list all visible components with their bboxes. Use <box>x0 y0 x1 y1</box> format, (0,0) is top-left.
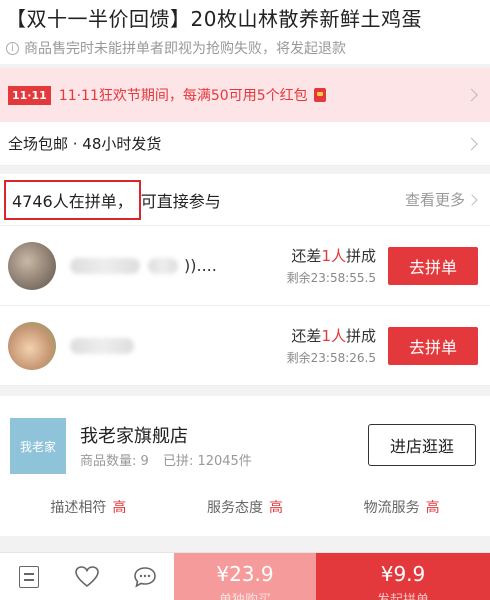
favorite-button[interactable] <box>58 553 116 600</box>
refund-notice-text: 商品售完时未能拼单者即视为抢购失败，将发起退款 <box>24 41 346 57</box>
product-title: 【双十一半价回馈】20枚山林散养新鲜土鸡蛋 <box>6 7 422 31</box>
chevron-right-icon <box>465 88 478 102</box>
solo-price: ¥23.9 <box>216 562 274 586</box>
shop-card: 我老家 我老家旗舰店 商品数量: 9 已拼: 12045件 进店逛逛 描述相符高… <box>0 396 490 536</box>
group-status: 还差1人拼成 剩余23:58:26.5 <box>287 325 376 366</box>
blurred-name <box>148 257 178 274</box>
group-status: 还差1人拼成 剩余23:58:55.5 <box>287 245 376 286</box>
need-count: 1人 <box>321 327 346 345</box>
group-buy-header: 4746人在拼单， 可直接参与 查看更多 <box>0 174 490 226</box>
blurred-name <box>70 337 134 354</box>
rating-level: 高 <box>425 500 440 516</box>
rating-description: 描述相符高 <box>50 497 126 517</box>
rating-label: 描述相符 <box>50 500 107 516</box>
group-buy-section: 4746人在拼单， 可直接参与 查看更多 )).... 还差1人拼成 剩余23:… <box>0 174 490 386</box>
avatar <box>8 241 56 290</box>
shipping-row[interactable]: 全场包邮 · 48小时发货 <box>0 122 490 166</box>
group-buy-count: 4746人在拼单， 可直接参与 <box>4 179 221 220</box>
start-group-button[interactable]: ¥9.9 发起拼单 <box>316 553 490 600</box>
user-name <box>70 337 280 354</box>
refund-notice: i 商品售完时未能拼单者即视为抢购失败，将发起退款 <box>6 38 482 58</box>
enter-shop-button[interactable]: 进店逛逛 <box>368 424 476 466</box>
product-title-section: 【双十一半价回馈】20枚山林散养新鲜土鸡蛋 i 商品售完时未能拼单者即视为抢购失… <box>0 0 490 64</box>
chat-button[interactable] <box>116 553 174 600</box>
buy-alone-button[interactable]: ¥23.9 单独购买 <box>174 553 316 600</box>
list-button[interactable] <box>0 553 58 600</box>
bottom-action-bar: ¥23.9 单独购买 ¥9.9 发起拼单 <box>0 552 490 600</box>
shop-name[interactable]: 我老家旗舰店 <box>80 422 188 448</box>
remaining-time: 剩余23:58:26.5 <box>286 351 376 365</box>
join-group-button[interactable]: 去拼单 <box>388 246 478 285</box>
group-label: 发起拼单 <box>377 589 429 600</box>
promo-banner[interactable]: 11·11 11·11狂欢节期间，每满50可用5个红包 <box>0 68 490 122</box>
shop-ratings: 描述相符高 服务态度高 物流服务高 <box>0 492 490 522</box>
rating-level: 高 <box>112 500 127 516</box>
rating-service: 服务态度高 <box>207 497 283 517</box>
view-more-link[interactable]: 查看更多 <box>404 189 478 210</box>
info-icon: i <box>6 41 19 55</box>
rating-logistics: 物流服务高 <box>364 497 440 517</box>
chat-icon <box>134 567 156 588</box>
shop-product-count: 商品数量: 9 <box>80 454 149 469</box>
need-tail: 拼成 <box>345 247 376 265</box>
group-count-suffix: 可直接参与 <box>140 191 221 211</box>
group-row: 还差1人拼成 剩余23:58:26.5 去拼单 <box>0 306 490 386</box>
rating-label: 物流服务 <box>363 500 420 516</box>
shipping-text: 全场包邮 · 48小时发货 <box>8 135 162 153</box>
chevron-right-icon <box>466 193 478 206</box>
red-packet-icon <box>313 88 326 102</box>
solo-label: 单独购买 <box>219 589 271 600</box>
shop-sold-count: 已拼: 12045件 <box>162 454 252 469</box>
remaining-time: 剩余23:58:55.5 <box>286 271 376 285</box>
shop-meta: 商品数量: 9 已拼: 12045件 <box>80 450 252 469</box>
need-text: 还差1人拼成 <box>287 325 376 346</box>
group-row: )).... 还差1人拼成 剩余23:58:55.5 去拼单 <box>0 226 490 306</box>
rating-level: 高 <box>268 500 283 516</box>
list-icon <box>19 566 39 588</box>
user-name-tail: )).... <box>184 256 217 275</box>
need-label: 还差 <box>291 247 322 265</box>
rating-label: 服务态度 <box>206 500 263 516</box>
join-group-button[interactable]: 去拼单 <box>388 326 478 365</box>
group-count-highlight: 4746人在拼单， <box>4 179 141 220</box>
group-price: ¥9.9 <box>380 562 426 586</box>
chevron-right-icon <box>465 137 478 150</box>
need-count: 1人 <box>321 247 346 265</box>
promo-badge: 11·11 <box>8 85 51 105</box>
avatar <box>8 321 56 370</box>
user-name: )).... <box>70 256 280 275</box>
blurred-name <box>70 257 140 274</box>
promo-text: 11·11狂欢节期间，每满50可用5个红包 <box>58 88 308 104</box>
view-more-label: 查看更多 <box>404 191 465 209</box>
need-label: 还差 <box>291 327 322 345</box>
heart-icon <box>75 566 99 588</box>
need-text: 还差1人拼成 <box>287 245 376 266</box>
need-tail: 拼成 <box>345 327 376 345</box>
shop-logo[interactable]: 我老家 <box>10 418 66 474</box>
